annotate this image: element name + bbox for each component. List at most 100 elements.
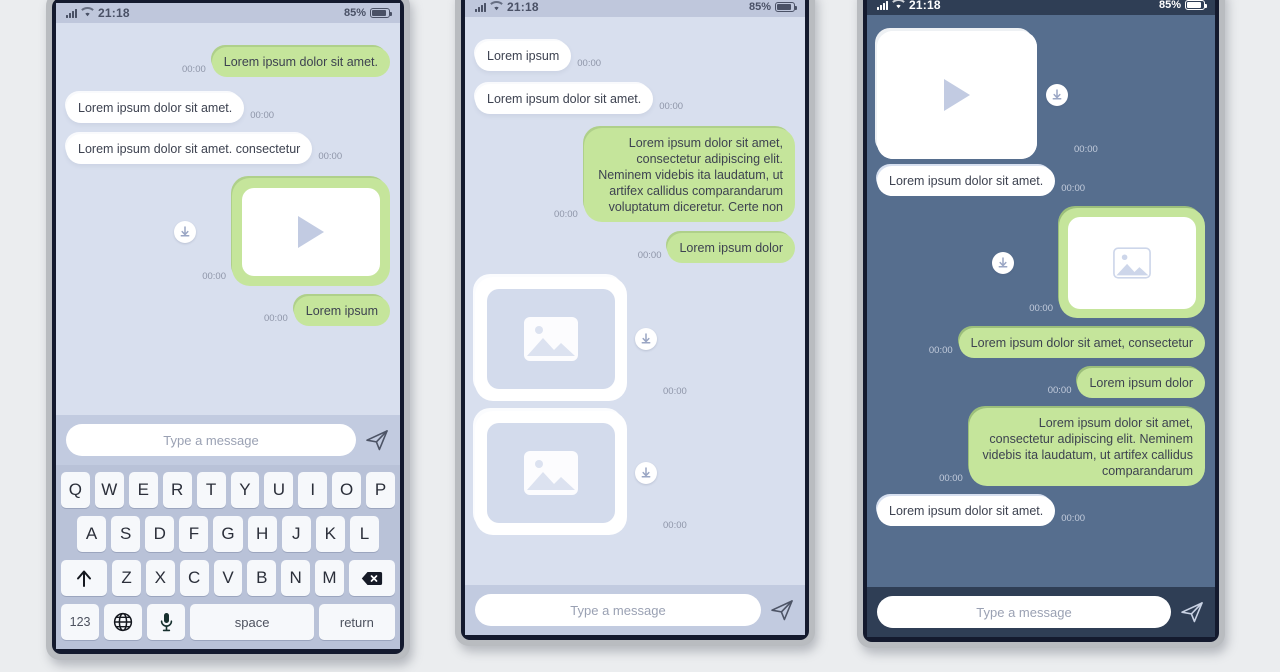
message-row[interactable]: 00:00 Lorem ipsum dolor sit amet, consec… bbox=[877, 408, 1205, 486]
key-globe[interactable] bbox=[104, 604, 143, 640]
image-message-bubble[interactable] bbox=[475, 277, 627, 401]
key-u[interactable]: U bbox=[264, 472, 294, 508]
message-row[interactable]: Lorem ipsum dolor sit amet. consectetur … bbox=[66, 134, 390, 164]
message-bubble[interactable]: Lorem ipsum dolor sit amet, consectetur … bbox=[583, 128, 795, 222]
download-arrow-icon[interactable] bbox=[635, 328, 657, 350]
key-y[interactable]: Y bbox=[230, 472, 260, 508]
download-arrow-icon[interactable] bbox=[1046, 84, 1068, 106]
video-thumbnail[interactable] bbox=[242, 188, 380, 276]
message-input[interactable]: Type a message bbox=[475, 594, 761, 626]
message-row[interactable]: 00:00 Lorem ipsum dolor bbox=[877, 368, 1205, 398]
message-row[interactable]: 00:00 Lorem ipsum dolor bbox=[475, 233, 795, 263]
key-microphone[interactable] bbox=[147, 604, 186, 640]
download-arrow-icon[interactable] bbox=[992, 252, 1015, 274]
message-timestamp: 00:00 bbox=[1029, 303, 1053, 314]
key-x[interactable]: X bbox=[145, 560, 175, 596]
key-numbers[interactable]: 123 bbox=[61, 604, 100, 640]
key-t[interactable]: T bbox=[196, 472, 226, 508]
key-w[interactable]: W bbox=[94, 472, 124, 508]
message-bubble[interactable]: Lorem ipsum dolor bbox=[667, 233, 795, 263]
message-timestamp: 00:00 bbox=[939, 473, 963, 484]
play-triangle-icon[interactable] bbox=[944, 79, 970, 111]
message-bubble[interactable]: Lorem ipsum dolor sit amet, consectetur bbox=[958, 328, 1205, 358]
key-h[interactable]: H bbox=[247, 516, 277, 552]
keyboard-row-3: Z X C V B N M bbox=[60, 560, 396, 596]
message-row[interactable]: 00:00 bbox=[475, 277, 795, 401]
send-paper-plane-icon[interactable] bbox=[769, 597, 795, 623]
message-row[interactable]: 00:00 bbox=[877, 31, 1205, 159]
keyboard-row-1: QWERTYUIOP bbox=[60, 472, 396, 508]
screenshot-stage: 21:18 85% 00:00 Lorem ipsum dolor sit am… bbox=[0, 0, 1280, 672]
message-bubble[interactable]: Lorem ipsum dolor bbox=[1077, 368, 1205, 398]
battery-icon bbox=[370, 8, 392, 18]
key-v[interactable]: V bbox=[213, 560, 243, 596]
message-row[interactable]: 00:00 Lorem ipsum bbox=[66, 296, 390, 326]
battery-percent: 85% bbox=[343, 7, 366, 19]
key-space[interactable]: space bbox=[190, 604, 314, 640]
message-row[interactable]: 00:00 bbox=[475, 411, 795, 535]
message-bubble[interactable]: Lorem ipsum dolor sit amet. bbox=[877, 496, 1056, 526]
message-row[interactable]: Lorem ipsum 00:00 bbox=[475, 41, 795, 71]
status-bar: 21:18 85% bbox=[56, 3, 400, 23]
key-l[interactable]: L bbox=[349, 516, 379, 552]
key-return[interactable]: return bbox=[318, 604, 396, 640]
status-time: 21:18 bbox=[98, 6, 130, 20]
key-o[interactable]: O bbox=[332, 472, 362, 508]
key-k[interactable]: K bbox=[315, 516, 345, 552]
image-thumbnail[interactable] bbox=[487, 423, 615, 523]
message-row[interactable]: Lorem ipsum dolor sit amet. 00:00 bbox=[877, 496, 1205, 526]
key-n[interactable]: N bbox=[281, 560, 311, 596]
image-message-bubble[interactable] bbox=[475, 411, 627, 535]
message-bubble[interactable]: Lorem ipsum dolor sit amet. consectetur bbox=[66, 134, 313, 164]
message-input-bar: Type a message bbox=[56, 415, 400, 465]
send-paper-plane-icon[interactable] bbox=[1179, 599, 1205, 625]
play-triangle-icon[interactable] bbox=[298, 216, 324, 248]
key-b[interactable]: B bbox=[247, 560, 277, 596]
key-s[interactable]: S bbox=[111, 516, 141, 552]
key-r[interactable]: R bbox=[162, 472, 192, 508]
key-z[interactable]: Z bbox=[112, 560, 141, 596]
video-message-bubble[interactable] bbox=[877, 31, 1037, 159]
image-message-bubble[interactable] bbox=[1059, 208, 1205, 318]
key-m[interactable]: M bbox=[315, 560, 344, 596]
message-bubble[interactable]: Lorem ipsum dolor sit amet. bbox=[877, 166, 1056, 196]
key-g[interactable]: G bbox=[213, 516, 243, 552]
image-thumbnail[interactable] bbox=[487, 289, 615, 389]
key-c[interactable]: C bbox=[179, 560, 209, 596]
key-e[interactable]: E bbox=[128, 472, 158, 508]
key-j[interactable]: J bbox=[281, 516, 311, 552]
message-row[interactable]: 00:00 bbox=[877, 208, 1205, 318]
message-row[interactable]: 00:00 bbox=[66, 178, 390, 286]
message-row[interactable]: 00:00 Lorem ipsum dolor sit amet, consec… bbox=[475, 128, 795, 222]
status-time: 21:18 bbox=[909, 0, 941, 12]
download-arrow-icon[interactable] bbox=[174, 221, 197, 243]
message-bubble[interactable]: Lorem ipsum dolor sit amet. bbox=[66, 93, 245, 123]
message-row[interactable]: Lorem ipsum dolor sit amet. 00:00 bbox=[877, 166, 1205, 196]
message-row[interactable]: 00:00 Lorem ipsum dolor sit amet. bbox=[66, 47, 390, 77]
message-bubble[interactable]: Lorem ipsum bbox=[475, 41, 572, 71]
download-arrow-icon[interactable] bbox=[635, 462, 657, 484]
message-bubble[interactable]: Lorem ipsum bbox=[293, 296, 390, 326]
key-d[interactable]: D bbox=[145, 516, 175, 552]
key-shift[interactable] bbox=[60, 560, 108, 596]
send-paper-plane-icon[interactable] bbox=[364, 427, 390, 453]
message-bubble[interactable]: Lorem ipsum dolor sit amet. bbox=[475, 84, 654, 114]
video-message-bubble[interactable] bbox=[232, 178, 390, 286]
message-input[interactable]: Type a message bbox=[877, 596, 1171, 628]
key-i[interactable]: I bbox=[298, 472, 328, 508]
key-backspace[interactable] bbox=[348, 560, 396, 596]
key-q[interactable]: Q bbox=[60, 472, 90, 508]
message-row[interactable]: Lorem ipsum dolor sit amet. 00:00 bbox=[66, 93, 390, 123]
message-row[interactable]: Lorem ipsum dolor sit amet. 00:00 bbox=[475, 84, 795, 114]
video-thumbnail[interactable] bbox=[877, 31, 1037, 159]
message-row[interactable]: 00:00 Lorem ipsum dolor sit amet, consec… bbox=[877, 328, 1205, 358]
key-p[interactable]: P bbox=[366, 472, 396, 508]
message-bubble[interactable]: Lorem ipsum dolor sit amet. bbox=[211, 47, 390, 77]
key-f[interactable]: F bbox=[179, 516, 209, 552]
message-input-bar: Type a message bbox=[465, 585, 805, 635]
image-thumbnail[interactable] bbox=[1068, 217, 1196, 309]
message-bubble[interactable]: Lorem ipsum dolor sit amet, consectetur … bbox=[968, 408, 1205, 486]
message-input[interactable]: Type a message bbox=[66, 424, 356, 456]
key-a[interactable]: A bbox=[77, 516, 107, 552]
backspace-delete-icon bbox=[361, 571, 383, 585]
